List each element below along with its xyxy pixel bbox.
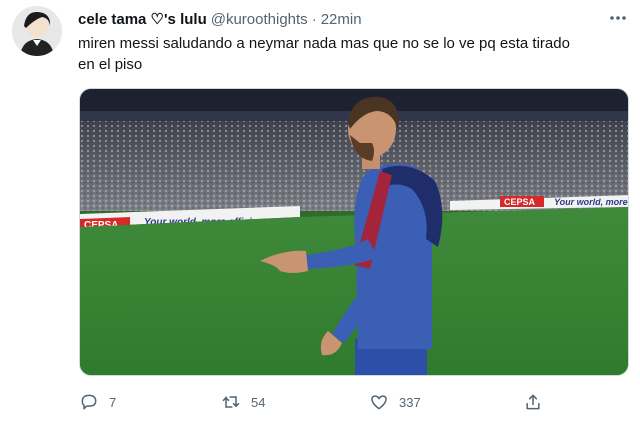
more-icon[interactable] [608, 10, 628, 26]
share-button[interactable] [523, 390, 553, 414]
tweet-text: miren messi saludando a neymar nada mas … [78, 35, 570, 73]
retweet-icon [222, 396, 240, 408]
reply-count: 7 [109, 394, 117, 410]
media-photo: CEPSA Your world, more efficient CEPSA Y… [80, 89, 628, 375]
avatar-image [12, 6, 62, 56]
share-icon [526, 394, 540, 410]
timestamp[interactable]: 22min [321, 11, 362, 28]
like-count: 337 [399, 394, 421, 410]
ad-right-slogan: Your world, more [554, 197, 628, 207]
ad-right-brand: CEPSA [504, 197, 536, 207]
tweet-media[interactable]: CEPSA Your world, more efficient CEPSA Y… [79, 88, 629, 376]
reply-icon [81, 394, 97, 410]
retweet-button[interactable]: 54 [221, 390, 265, 414]
reply-button[interactable]: 7 [79, 390, 116, 414]
separator-dot: · [311, 10, 317, 28]
tweet[interactable]: cele tama ♡'s lulu @kuroothights · 22min… [0, 0, 640, 425]
like-icon [371, 395, 387, 410]
display-name[interactable]: cele tama ♡'s lulu [78, 10, 207, 28]
avatar[interactable] [12, 6, 62, 56]
tweet-actions: 7 54 337 [79, 390, 549, 414]
user-handle[interactable]: @kuroothights [211, 11, 308, 28]
retweet-count: 54 [251, 394, 266, 410]
tweet-header: cele tama ♡'s lulu @kuroothights · 22min [78, 9, 600, 29]
like-button[interactable]: 337 [369, 390, 421, 414]
